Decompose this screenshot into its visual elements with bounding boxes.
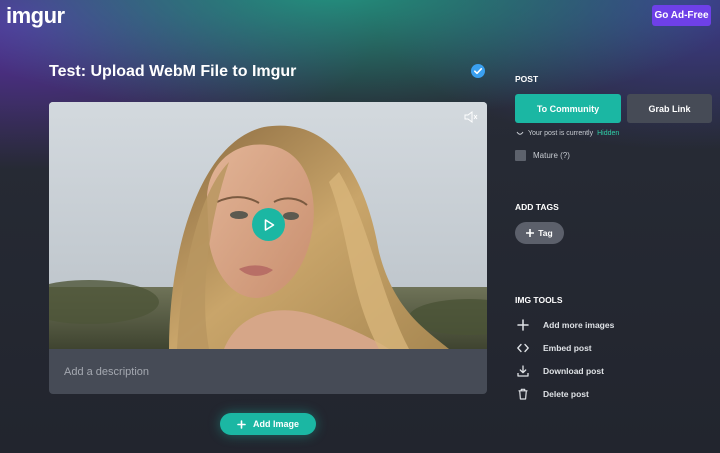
eye-closed-icon: [516, 131, 524, 135]
tags-section-heading: ADD TAGS: [515, 202, 559, 212]
add-tag-button[interactable]: Tag: [515, 222, 564, 244]
visibility-prefix: Your post is currently: [528, 130, 594, 137]
delete-post-tool[interactable]: Delete post: [517, 388, 589, 400]
mute-icon[interactable]: [464, 111, 478, 123]
imgur-logo[interactable]: imgur: [6, 3, 65, 29]
description-input[interactable]: [49, 349, 487, 394]
visibility-status: Your post is currently Hidden: [516, 130, 619, 137]
tag-label: Tag: [538, 228, 553, 238]
code-icon: [517, 343, 529, 353]
post-title[interactable]: Test: Upload WebM File to Imgur: [49, 63, 296, 81]
play-icon: [264, 218, 274, 231]
add-more-images-tool[interactable]: Add more images: [517, 319, 614, 331]
tool-label: Add more images: [543, 320, 615, 330]
tools-section-heading: IMG TOOLS: [515, 295, 563, 305]
mature-checkbox[interactable]: [515, 150, 526, 161]
verified-check-icon: [471, 64, 485, 78]
plus-icon: [237, 419, 246, 429]
tool-label: Embed post: [543, 343, 592, 353]
download-post-tool[interactable]: Download post: [517, 365, 604, 377]
add-image-label: Add Image: [252, 419, 299, 429]
post-section-heading: POST: [515, 74, 539, 84]
plus-icon: [517, 319, 529, 331]
play-button[interactable]: [252, 208, 285, 241]
plus-icon: [526, 229, 535, 237]
add-image-button[interactable]: Add Image: [220, 413, 316, 435]
to-community-button[interactable]: To Community: [515, 94, 621, 123]
trash-icon: [518, 388, 528, 400]
tool-label: Delete post: [543, 389, 589, 399]
go-ad-free-button[interactable]: Go Ad-Free: [652, 5, 711, 26]
grab-link-button[interactable]: Grab Link: [627, 94, 712, 123]
embed-post-tool[interactable]: Embed post: [517, 342, 592, 354]
mature-toggle[interactable]: Mature (?): [515, 150, 570, 161]
visibility-status-link[interactable]: Hidden: [597, 130, 619, 137]
mature-label: Mature (?): [533, 151, 570, 160]
video-preview[interactable]: [49, 102, 487, 349]
download-icon: [517, 365, 529, 377]
tool-label: Download post: [543, 366, 604, 376]
